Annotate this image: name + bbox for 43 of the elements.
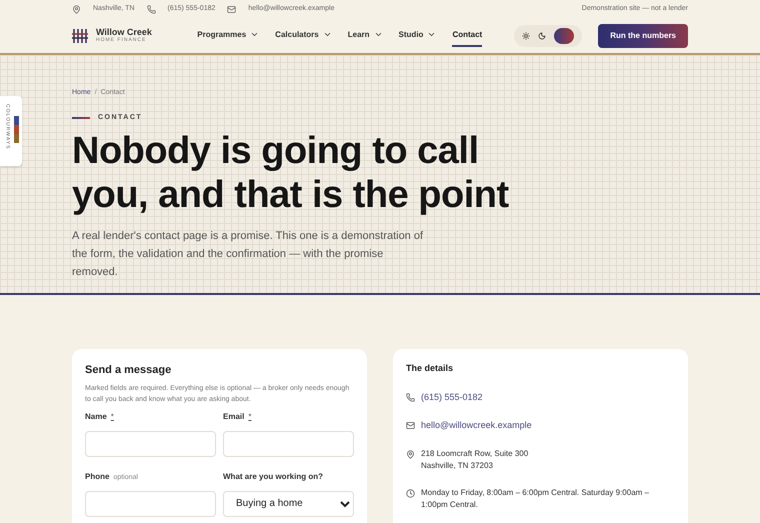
form-title: Send a message: [85, 363, 172, 378]
clock-icon: [406, 488, 415, 498]
detail-text: 218 Loomcraft Row, Suite 300 Nashville, TN 37203: [421, 448, 530, 472]
map-pin-icon: [72, 4, 81, 14]
field-label: Email: [223, 410, 244, 422]
chevron-icon: [322, 30, 332, 39]
chevron-icon: [374, 30, 383, 39]
detail-text: Monday to Friday, 8:00am – 6:00pm Central. Saturday 9:00am – 1:00pm Central.: [421, 486, 650, 510]
details-title: The details: [406, 362, 454, 375]
required-mark: *: [248, 410, 252, 422]
colour-swatch[interactable]: [554, 28, 574, 44]
phone-icon: [146, 4, 156, 14]
chevron-icon: [427, 30, 436, 39]
nav-link[interactable]: Programmes: [197, 24, 260, 46]
field-label: Name: [85, 410, 107, 422]
sun-icon[interactable]: [522, 32, 530, 40]
swatch[interactable]: [14, 116, 18, 125]
swatch[interactable]: [14, 134, 18, 143]
run-numbers-button[interactable]: Run the numbers: [598, 24, 688, 48]
nav-link[interactable]: Learn: [348, 24, 383, 46]
field-label: Phone: [85, 470, 110, 482]
brand-name: Willow Creek: [96, 28, 152, 37]
chevron-icon: [250, 30, 260, 39]
map-pin-icon: [406, 450, 415, 458]
phone-icon: [406, 392, 415, 402]
page-headline: Nobody is going to call you, and that is the point: [72, 129, 510, 217]
swatch[interactable]: [14, 125, 18, 134]
moon-icon[interactable]: [538, 32, 546, 40]
logo-icon: [72, 28, 88, 44]
phone-link[interactable]: (615) 555-0182: [421, 390, 483, 404]
nav-link[interactable]: Studio: [398, 24, 436, 46]
nav-link[interactable]: Contact: [452, 24, 482, 46]
input-field[interactable]: [85, 490, 216, 516]
mail-icon: [406, 421, 415, 430]
input-field[interactable]: [85, 430, 216, 456]
field-label: What are you working on?: [223, 470, 324, 482]
required-mark: *: [110, 410, 114, 422]
mail-icon: [227, 4, 236, 14]
email-link[interactable]: hello@willowcreek.example: [421, 419, 532, 432]
topic-select[interactable]: Buying a home: [223, 490, 354, 516]
intro-paragraph: A real lender's contact page is a promise. This one is a demonstration of the form, the validation and the confirmation — with the promise removed.: [72, 229, 424, 280]
nav-link[interactable]: Calculators: [275, 24, 332, 46]
input-field[interactable]: [223, 430, 354, 456]
